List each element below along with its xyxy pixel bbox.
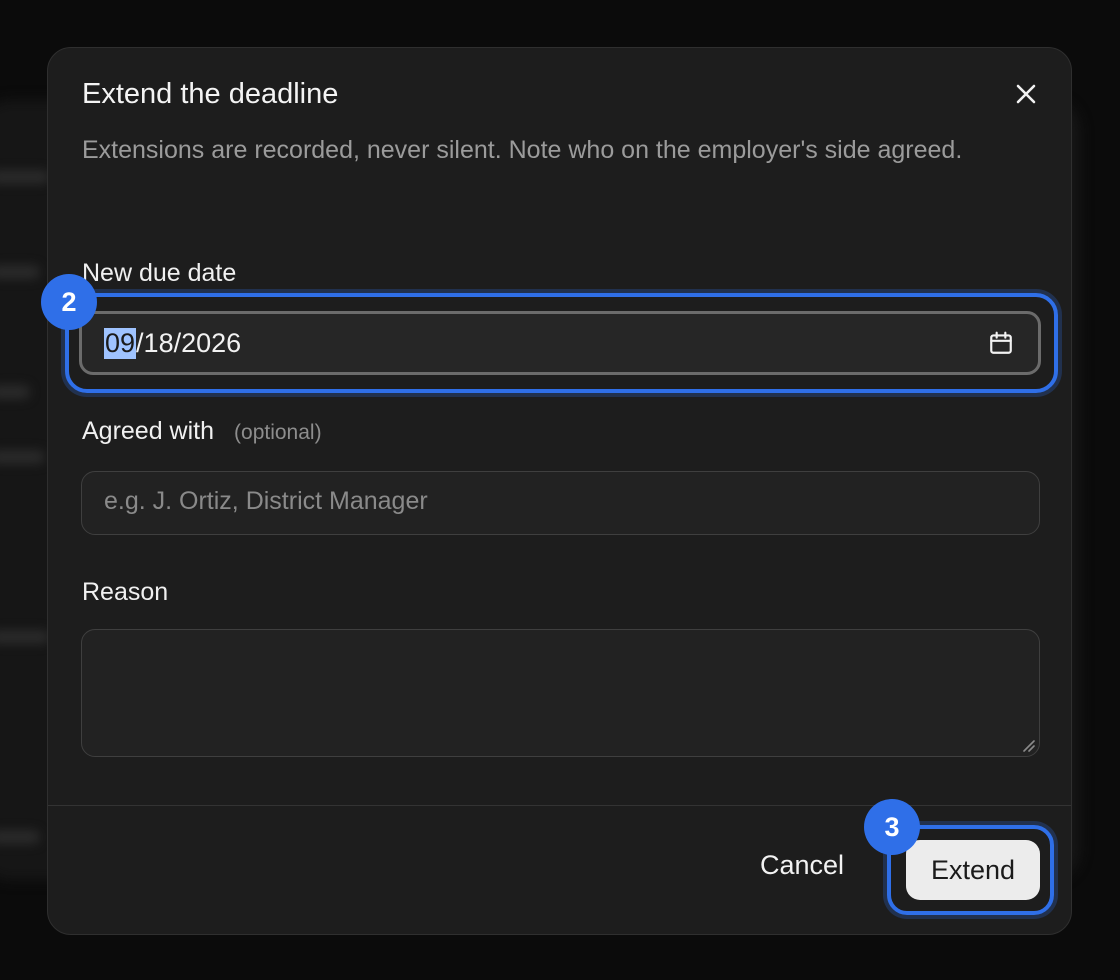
- background-blur-line: [0, 450, 45, 464]
- reason-textarea[interactable]: [81, 629, 1040, 757]
- due-date-input[interactable]: 09 /18/2026: [79, 311, 1041, 375]
- agreed-with-placeholder: e.g. J. Ortiz, District Manager: [104, 487, 428, 515]
- background-blur-line: [0, 385, 30, 399]
- dialog-description: Extensions are recorded, never silent. N…: [82, 136, 963, 164]
- agreed-with-label: Agreed with (optional): [82, 417, 322, 446]
- reason-label: Reason: [82, 578, 169, 606]
- due-date-label: New due date: [82, 259, 237, 287]
- dialog-title: Extend the deadline: [82, 78, 339, 110]
- background-blur-line: [0, 630, 50, 644]
- background-blur-line: [0, 830, 40, 844]
- calendar-icon[interactable]: [988, 330, 1014, 363]
- extend-button[interactable]: Extend: [906, 840, 1040, 900]
- step-marker-badge: 2: [41, 274, 97, 330]
- agreed-with-input[interactable]: e.g. J. Ortiz, District Manager: [81, 471, 1040, 535]
- resize-handle-icon[interactable]: [1021, 738, 1035, 752]
- cancel-button[interactable]: Cancel: [760, 850, 844, 881]
- close-button[interactable]: [1008, 76, 1044, 112]
- step-marker-badge: 3: [864, 799, 920, 855]
- optional-hint: (optional): [234, 421, 322, 444]
- due-date-rest: /18/2026: [136, 327, 242, 358]
- background-blur-line: [0, 170, 50, 184]
- due-date-month-segment[interactable]: 09: [104, 327, 137, 359]
- footer-divider: [48, 805, 1071, 806]
- close-icon: [1016, 84, 1036, 104]
- background-blur-line: [0, 265, 40, 279]
- agreed-with-label-text: Agreed with: [82, 417, 215, 445]
- extend-deadline-dialog: Extend the deadline Extensions are recor…: [41, 47, 1072, 935]
